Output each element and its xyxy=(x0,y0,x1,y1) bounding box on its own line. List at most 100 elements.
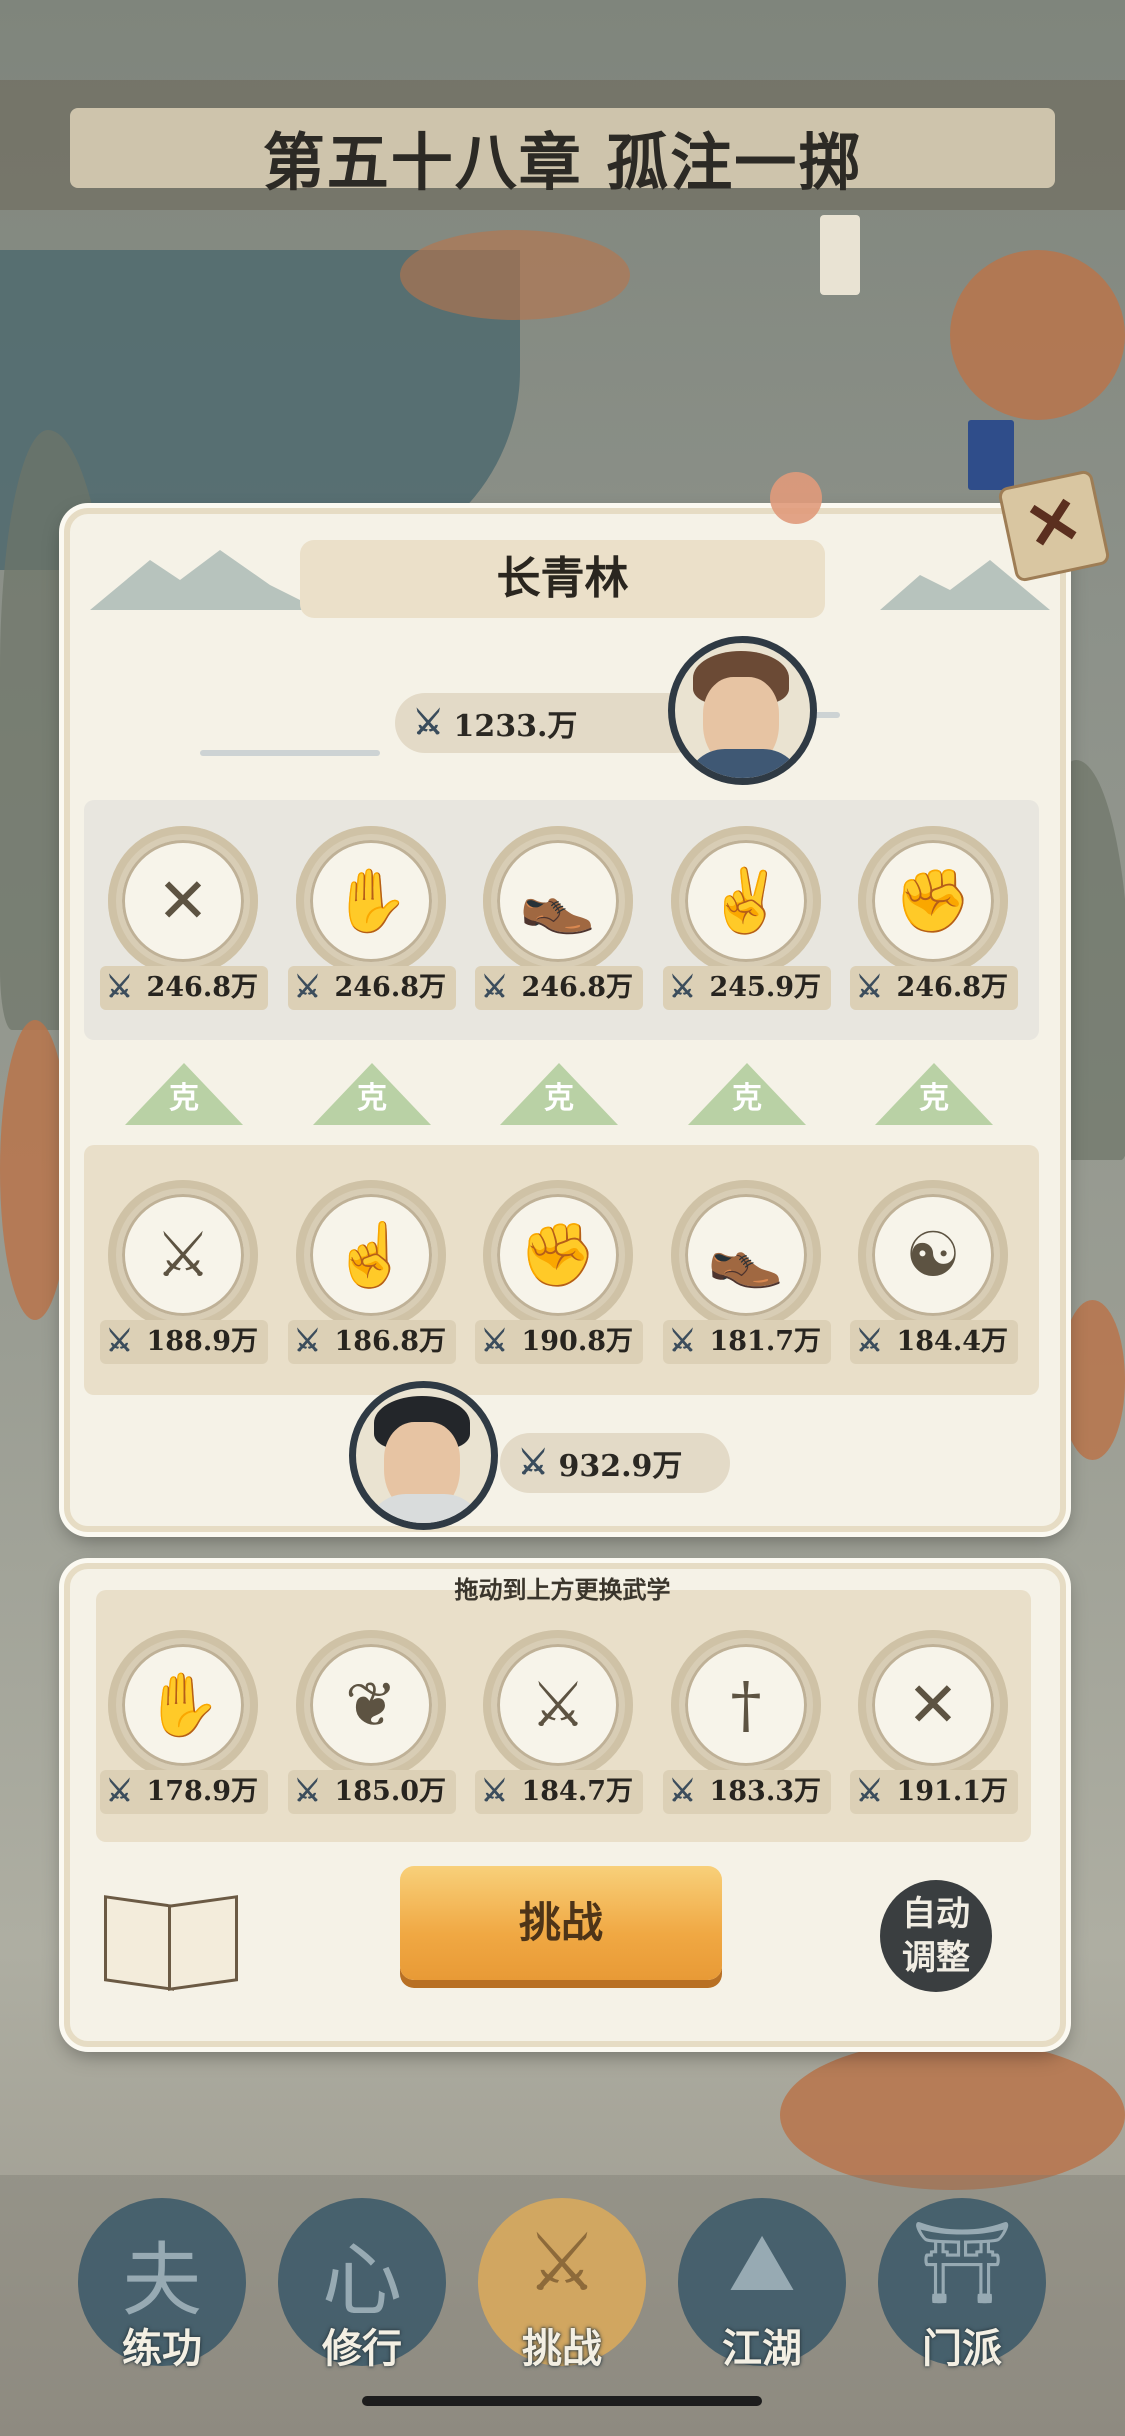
crossed-swords-icon: ⚔ xyxy=(413,703,444,743)
player-power-value: 932.9万 xyxy=(558,1449,683,1484)
autumn-tree xyxy=(400,230,630,320)
crossed-swords-icon: ⚔ xyxy=(669,1774,696,1809)
mountain-decoration xyxy=(90,550,320,610)
stage-name: 长青林 xyxy=(300,540,825,618)
feather-icon: ❦ xyxy=(310,1644,432,1766)
skill-power-value: ⚔ 188.9万 xyxy=(100,1320,268,1364)
crossed-swords-icon: ⚔ xyxy=(856,1324,883,1359)
reserve_row-skill-slot[interactable]: † ⚔ 183.3万 xyxy=(663,1630,831,1814)
challenge-button[interactable]: 挑战 xyxy=(400,1866,722,1980)
counter-marker: 克 xyxy=(500,1063,618,1125)
crossed-swords-icon: ⚔ xyxy=(481,1774,508,1809)
counter-marker: 克 xyxy=(125,1063,243,1125)
counter-marker: 克 xyxy=(688,1063,806,1125)
crossed-swords-icon: ⚔ xyxy=(294,1324,321,1359)
nav-button-4[interactable]: ⛰ 江湖 xyxy=(678,2198,846,2372)
nav-button-2[interactable]: 心修行 xyxy=(278,2198,446,2372)
skill-power-text: 188.9万 xyxy=(146,1326,258,1357)
blue-banner xyxy=(968,420,1014,490)
auto-adjust-label-1: 自动 xyxy=(902,1894,970,1934)
fist-icon: ✊ xyxy=(497,1194,619,1316)
autumn-tree xyxy=(780,2040,1125,2190)
player_row-skill-slot[interactable]: ✊ ⚔ 190.8万 xyxy=(475,1180,643,1364)
counter-label: 克 xyxy=(169,1081,199,1116)
skill-power-value: ⚔ 186.8万 xyxy=(288,1320,456,1364)
enemy_row-skill-slot[interactable]: ✋ ⚔ 246.8万 xyxy=(288,826,456,1010)
enemy_row-skill-slot[interactable]: 👞 ⚔ 246.8万 xyxy=(475,826,643,1010)
enemy_row-skill-slot[interactable]: ✌ ⚔ 245.9万 xyxy=(663,826,831,1010)
enemy_row-skill-slot[interactable]: ✕ ⚔ 246.8万 xyxy=(100,826,268,1010)
shoe-icon: 👞 xyxy=(497,840,619,962)
player_row-skill-slot[interactable]: 👞 ⚔ 181.7万 xyxy=(663,1180,831,1364)
reserve_row-skill-slot[interactable]: ⚔ ⚔ 184.7万 xyxy=(475,1630,643,1814)
home-indicator[interactable] xyxy=(362,2396,762,2406)
skill-power-text: 184.4万 xyxy=(896,1326,1008,1357)
reserve_row-skill-slot[interactable]: ❦ ⚔ 185.0万 xyxy=(288,1630,456,1814)
player_row-skill-slot[interactable]: ⚔ ⚔ 188.9万 xyxy=(100,1180,268,1364)
player-power-pill: ⚔ 932.9万 xyxy=(500,1433,730,1493)
skill-power-value: ⚔ 190.8万 xyxy=(475,1320,643,1364)
skill-power-text: 246.8万 xyxy=(521,972,633,1003)
skill-power-value: ⚔ 191.1万 xyxy=(850,1770,1018,1814)
nav-label: 江湖 xyxy=(722,2325,802,2372)
crossed-swords-icon: ⚔ xyxy=(669,970,696,1005)
enemy-power-value: 1233.万 xyxy=(453,709,578,744)
reserve_row-skill-slot[interactable]: ✕ ⚔ 191.1万 xyxy=(850,1630,1018,1814)
open-palm-icon: ✋ xyxy=(122,1644,244,1766)
player_row-skill-slot[interactable]: ☝ ⚔ 186.8万 xyxy=(288,1180,456,1364)
enemy-avatar[interactable] xyxy=(668,636,817,785)
martial-book-icon[interactable] xyxy=(100,1890,240,2000)
crossed-swords-icon: ⚔ xyxy=(106,1324,133,1359)
gate-icon: ⛩ xyxy=(911,2216,1013,2309)
player-avatar[interactable] xyxy=(349,1381,498,1530)
counter-label: 克 xyxy=(357,1081,387,1116)
shoe-icon: 👞 xyxy=(685,1194,807,1316)
close-button[interactable]: ✕ xyxy=(997,469,1111,583)
skill-power-text: 185.0万 xyxy=(334,1776,446,1807)
crossed-spears-icon: ✕ xyxy=(122,840,244,962)
crossed-swords-icon: ⚔ xyxy=(106,970,133,1005)
crossed-swords-icon: ⚔ xyxy=(481,970,508,1005)
sword-icon: † xyxy=(685,1644,807,1766)
two-finger-icon: ✌ xyxy=(685,840,807,962)
auto-adjust-label-2: 调整 xyxy=(902,1938,970,1978)
close-scroll-icon: ✕ xyxy=(1018,479,1089,567)
heart-cultivation-icon: 心 xyxy=(322,2234,402,2327)
crossed-swords-icon: ⚔ xyxy=(518,1443,549,1483)
skill-power-value: ⚔ 178.9万 xyxy=(100,1770,268,1814)
counter-label: 克 xyxy=(544,1081,574,1116)
skill-power-text: 190.8万 xyxy=(521,1326,633,1357)
finger-point-icon: ☝ xyxy=(310,1194,432,1316)
reserve_row-skill-slot[interactable]: ✋ ⚔ 178.9万 xyxy=(100,1630,268,1814)
crossed-swords-icon: ⚔ xyxy=(856,970,883,1005)
skill-power-value: ⚔ 185.0万 xyxy=(288,1770,456,1814)
crossed-swords-icon: ⚔ xyxy=(856,1774,883,1809)
crossed-swords-icon: ⚔ xyxy=(106,1774,133,1809)
enemy_row-skill-slot[interactable]: ✊ ⚔ 246.8万 xyxy=(850,826,1018,1010)
throwing-daggers-icon: ⚔ xyxy=(122,1194,244,1316)
skill-power-text: 183.3万 xyxy=(709,1776,821,1807)
nav-button-1[interactable]: 夫练功 xyxy=(78,2198,246,2372)
crossed-swords-icon: ⚔ xyxy=(294,970,321,1005)
nav-button-3[interactable]: ⚔ 挑战 xyxy=(478,2198,646,2372)
skill-power-value: ⚔ 184.7万 xyxy=(475,1770,643,1814)
nav-label: 门派 xyxy=(922,2325,1002,2372)
crossed-swords-icon: ⚔ xyxy=(669,1324,696,1359)
counter-marker: 克 xyxy=(875,1063,993,1125)
skill-power-value: ⚔ 246.8万 xyxy=(100,966,268,1010)
skill-power-text: 246.8万 xyxy=(896,972,1008,1003)
drag-hint: 拖动到上方更换武学 xyxy=(454,1575,671,1604)
crossed-spears-icon: ✕ xyxy=(872,1644,994,1766)
saber-icon: ⚔ xyxy=(497,1644,619,1766)
meditation-icon: ☯ xyxy=(872,1194,994,1316)
fist-icon: ✊ xyxy=(872,840,994,962)
auto-adjust-button[interactable]: 自动 调整 xyxy=(880,1880,992,1992)
crossed-swords-icon: ⚔ xyxy=(294,1774,321,1809)
nav-button-5[interactable]: ⛩ 门派 xyxy=(878,2198,1046,2372)
book-page-left xyxy=(104,1895,174,1991)
skill-power-value: ⚔ 246.8万 xyxy=(475,966,643,1010)
player_row-skill-slot[interactable]: ☯ ⚔ 184.4万 xyxy=(850,1180,1018,1364)
skill-power-text: 178.9万 xyxy=(146,1776,258,1807)
nav-label: 练功 xyxy=(122,2325,202,2372)
sun-decoration xyxy=(770,472,822,524)
